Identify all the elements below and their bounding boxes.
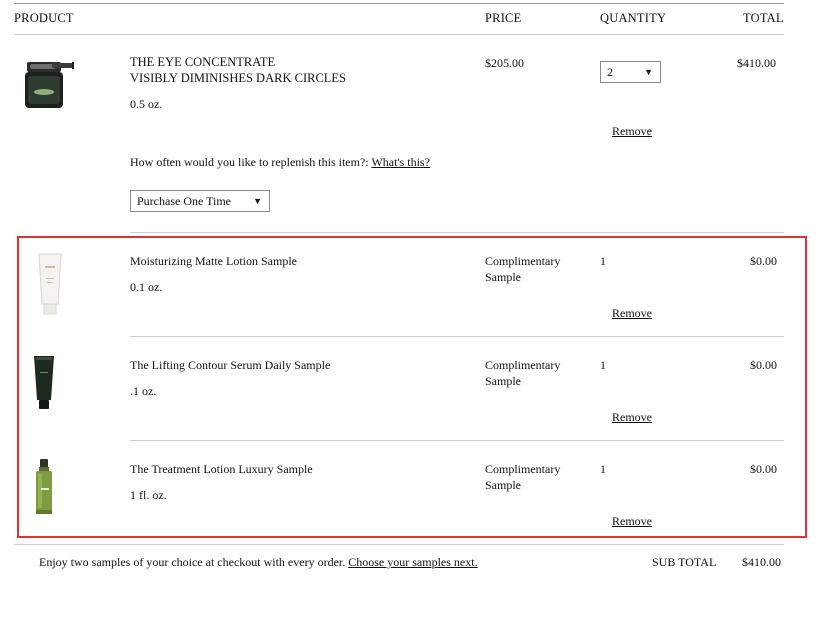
sample-2-name: The Lifting Contour Serum Daily Sample xyxy=(130,358,331,372)
sample-3-remove-link[interactable]: Remove xyxy=(612,514,652,529)
samples-message: Enjoy two samples of your choice at chec… xyxy=(39,555,478,570)
sample-3-name: The Treatment Lotion Luxury Sample xyxy=(130,462,313,476)
main-item-divider xyxy=(130,232,784,233)
top-rule xyxy=(14,3,784,4)
remove-link[interactable]: Remove xyxy=(612,124,652,139)
choose-samples-link[interactable]: Choose your samples next. xyxy=(348,555,477,569)
sample-3-price-line1: Complimentary xyxy=(485,462,561,476)
header-rule xyxy=(14,34,784,35)
replenish-question-text: How often would you like to replenish th… xyxy=(130,155,369,169)
sample-2-price-line1: Complimentary xyxy=(485,358,561,372)
sample-1-divider xyxy=(130,336,784,337)
dark-green-tube-icon xyxy=(34,356,54,409)
sample-1-price-line2: Sample xyxy=(485,270,521,284)
main-item-price: $205.00 xyxy=(485,56,524,70)
sample-3-quantity: 1 xyxy=(600,462,606,476)
sample-1-image xyxy=(36,252,64,316)
sample-2-quantity: 1 xyxy=(600,358,606,372)
eye-concentrate-image xyxy=(22,58,74,110)
sample-1-quantity: 1 xyxy=(600,254,606,268)
dropdown-arrow-icon: ▼ xyxy=(253,196,262,206)
sample-3-total: $0.00 xyxy=(750,462,777,476)
main-item-name-line1: THE EYE CONCENTRATE xyxy=(130,55,276,69)
samples-message-text: Enjoy two samples of your choice at chec… xyxy=(39,555,346,569)
sample-1-size: 0.1 oz. xyxy=(130,280,163,294)
main-item-size: 0.5 oz. xyxy=(130,97,163,111)
replenish-frequency-value: Purchase One Time xyxy=(137,194,231,208)
replenish-question: How often would you like to replenish th… xyxy=(130,155,430,170)
sample-2-divider xyxy=(130,440,784,441)
sample-2-total: $0.00 xyxy=(750,358,777,372)
column-header-total: TOTAL xyxy=(743,11,784,25)
green-bottle-icon xyxy=(36,459,52,514)
sample-3-image xyxy=(34,458,54,516)
sample-2-size: .1 oz. xyxy=(130,384,157,398)
sample-2-price-line2: Sample xyxy=(485,374,521,388)
main-item-total: $410.00 xyxy=(737,56,776,70)
sample-2-image xyxy=(32,354,56,410)
sample-2-remove-link[interactable]: Remove xyxy=(612,410,652,425)
column-header-quantity: QUANTITY xyxy=(600,11,667,25)
eye-concentrate-jar-icon xyxy=(25,62,74,108)
replenish-frequency-select[interactable]: Purchase One Time ▼ xyxy=(130,190,270,212)
footer-rule xyxy=(14,544,784,545)
sample-1-name: Moisturizing Matte Lotion Sample xyxy=(130,254,297,268)
column-header-price: PRICE xyxy=(485,11,522,25)
subtotal-label: SUB TOTAL xyxy=(652,555,717,569)
sample-1-price-line1: Complimentary xyxy=(485,254,561,268)
sample-3-price-line2: Sample xyxy=(485,478,521,492)
column-header-product: PRODUCT xyxy=(14,11,74,25)
sample-3-size: 1 fl. oz. xyxy=(130,488,167,502)
main-item-name-line2: VISIBLY DIMINISHES DARK CIRCLES xyxy=(130,71,347,85)
quantity-select-value: 2 xyxy=(607,65,613,79)
quantity-select[interactable]: 2 ▼ xyxy=(600,61,661,83)
white-tube-icon xyxy=(38,253,62,315)
subtotal-value: $410.00 xyxy=(742,555,781,569)
sample-1-remove-link[interactable]: Remove xyxy=(612,306,652,321)
dropdown-arrow-icon: ▼ xyxy=(644,67,653,77)
whats-this-link[interactable]: What's this? xyxy=(371,155,429,169)
sample-1-total: $0.00 xyxy=(750,254,777,268)
